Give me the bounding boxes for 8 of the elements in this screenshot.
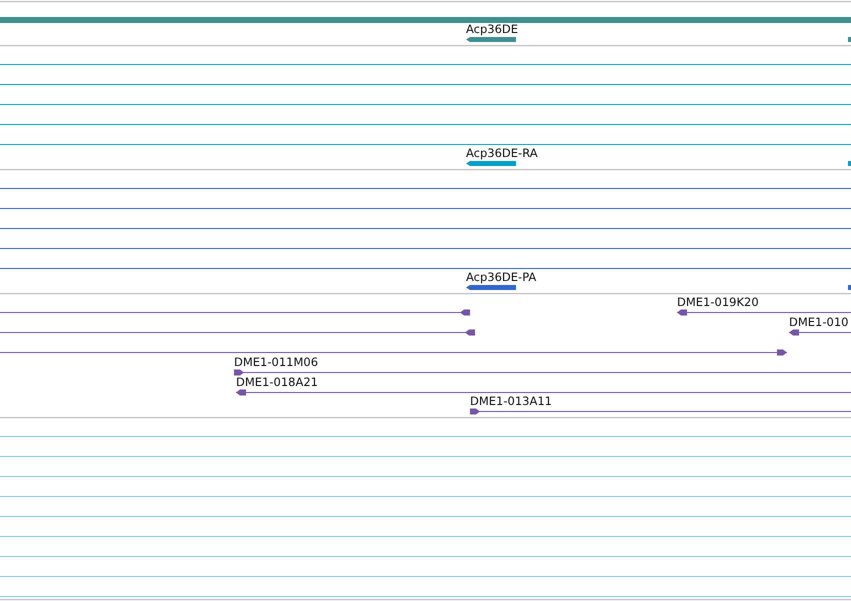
feature-label: DME1-018A21 — [236, 375, 318, 389]
feature-label: Acp36DE — [466, 22, 518, 36]
feature-label: Acp36DE-PA — [466, 270, 536, 284]
feature-label: DME1-010 — [789, 315, 848, 329]
feature-label: DME1-011M06 — [234, 355, 318, 369]
feature-label: Acp36DE-RA — [466, 146, 538, 160]
feature-label: DME1-013A11 — [470, 394, 552, 408]
feature-label: DME1-019K20 — [677, 295, 759, 309]
